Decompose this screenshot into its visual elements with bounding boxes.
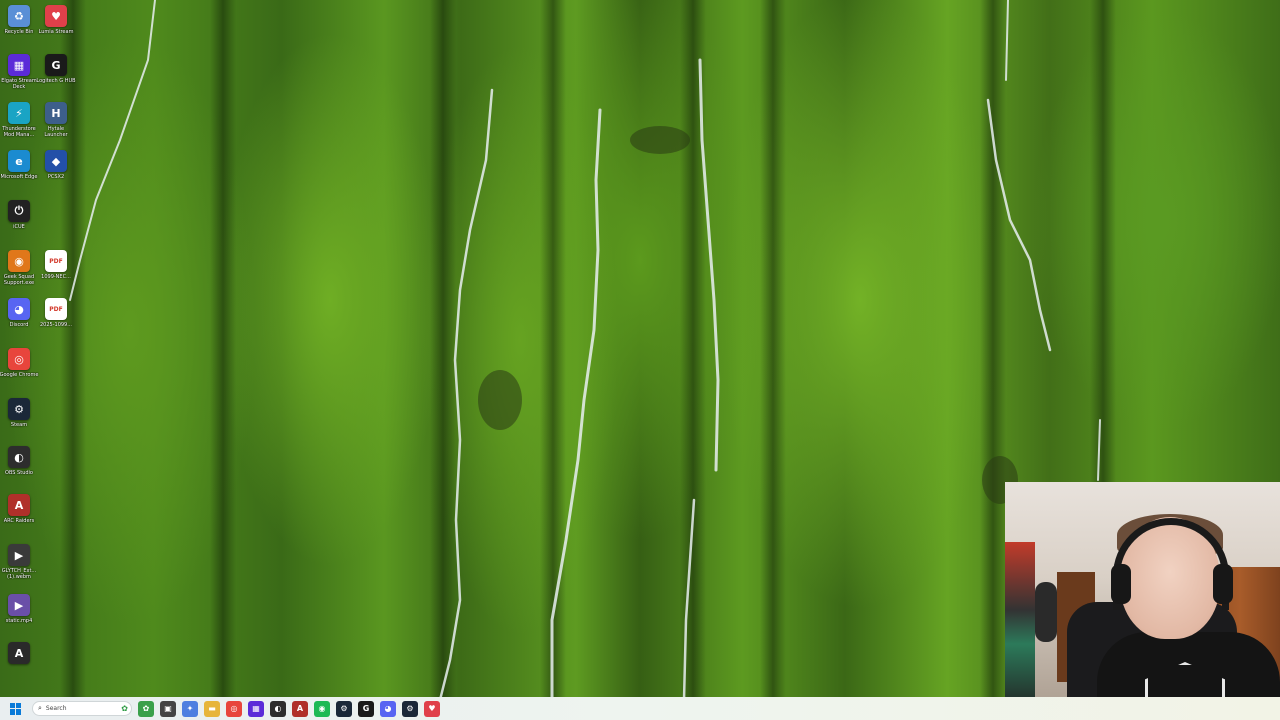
desktop-icon-app-a[interactable]: A: [0, 642, 38, 688]
pdf-icon: PDF: [45, 298, 67, 320]
webcam-overlay: [1005, 482, 1280, 720]
desktop-icon-label: iCUE: [13, 224, 25, 230]
desktop-icon-label: static.mp4: [5, 618, 33, 624]
desktop-icon-geek-squad[interactable]: ◉ Geek Squad Support.exe: [0, 250, 38, 296]
desktop-icon-label: Microsoft Edge: [0, 174, 38, 180]
logitech-g-icon[interactable]: G: [358, 700, 374, 717]
lumia-stream-icon[interactable]: ♥: [424, 700, 440, 717]
video-file-icon: ▶: [8, 544, 30, 566]
steam-icon[interactable]: ⚙: [336, 700, 352, 717]
desktop-icon-label: ARC Raiders: [3, 518, 35, 524]
file-explorer-icon[interactable]: ▬: [204, 700, 220, 717]
stream-deck-icon[interactable]: ▦: [248, 700, 264, 717]
chrome-icon: ◎: [8, 348, 30, 370]
desktop-icon-discord[interactable]: ◕ Discord: [0, 298, 38, 344]
desktop-icon-pdf-1[interactable]: PDF 1099-NEC...: [37, 250, 75, 296]
obs-icon[interactable]: ◐: [270, 700, 286, 717]
plush-toy: [1005, 542, 1035, 712]
desktop-icon-microsoft-edge[interactable]: e Microsoft Edge: [0, 150, 38, 196]
search-placeholder: Search: [45, 705, 67, 712]
desktop-icon-pdf-2[interactable]: PDF 2025-1099...: [37, 298, 75, 344]
desktop-icon-label: Geek Squad Support.exe: [3, 274, 35, 286]
desktop-icon-obs-studio[interactable]: ◐ OBS Studio: [0, 446, 38, 492]
desktop-icons-area: ♻ Recycle Bin ♥ Lumia Stream ▦ Elgato Stream …: [0, 0, 80, 690]
taskbar-pinned-apps: ✿ ▣ ✦ ▬ ◎ ▦ ◐ A ◉ ⚙ G ◕ ⚙ ♥: [132, 700, 440, 717]
desktop-icon-arc-raiders[interactable]: A ARC Raiders: [0, 494, 38, 540]
desktop-icon-label: GLYTCH_Ext... (1).webm: [1, 568, 37, 580]
desktop-icon-pcsx2[interactable]: ◆ PCSX2: [37, 150, 75, 196]
font-app-icon: A: [8, 642, 30, 664]
arc-raiders-icon: A: [8, 494, 30, 516]
desktop-icon-logitech-g-hub[interactable]: G Logitech G HUB: [36, 54, 76, 100]
desktop-icon-steam[interactable]: ⚙ Steam: [0, 398, 38, 444]
desktop-icon-label: Lumia Stream: [38, 29, 74, 35]
video-file-icon: ▶: [8, 594, 30, 616]
desktop-icon-label: Hytale Launcher: [44, 126, 68, 138]
desktop-icon-label: PCSX2: [47, 174, 65, 180]
desktop-icon-label: Google Chrome: [0, 372, 39, 378]
desktop-icon-label: Thunderstore Mod Mana...: [2, 126, 36, 138]
desktop-icon-elgato-stream-deck[interactable]: ▦ Elgato Stream Deck: [0, 54, 38, 100]
search-icon: ⌕: [38, 704, 42, 712]
desktop-icon-label: Recycle Bin: [4, 29, 34, 35]
steam-icon: ⚙: [8, 398, 30, 420]
thunderstore-icon: ⚡: [8, 102, 30, 124]
desktop-icon-google-chrome[interactable]: ◎ Google Chrome: [0, 348, 38, 394]
desktop-icon-label: 1099-NEC...: [41, 274, 71, 280]
discord-icon: ◕: [8, 298, 30, 320]
spotify-icon[interactable]: ◉: [314, 700, 330, 717]
lumia-stream-icon: ♥: [45, 5, 67, 27]
desktop-icon-glytch-file[interactable]: ▶ GLYTCH_Ext... (1).webm: [0, 544, 38, 590]
pcsx2-icon: ◆: [45, 150, 67, 172]
arc-raiders-icon[interactable]: A: [292, 700, 308, 717]
microphone: [1035, 582, 1057, 642]
geek-squad-icon: ◉: [8, 250, 30, 272]
desktop-icon-recycle-bin[interactable]: ♻ Recycle Bin: [0, 5, 38, 51]
search-box[interactable]: ⌕ Search ✿: [32, 701, 132, 716]
search-highlight-icon: ✿: [121, 704, 128, 713]
headphone-left-cup: [1111, 564, 1131, 604]
pdf-icon: PDF: [45, 250, 67, 272]
hytale-icon: H: [45, 102, 67, 124]
edge-icon: e: [8, 150, 30, 172]
obs-icon: ◐: [8, 446, 30, 468]
copilot-icon[interactable]: ✦: [182, 700, 198, 717]
desktop-icon-thunderstore-mod-manager[interactable]: ⚡ Thunderstore Mod Mana...: [0, 102, 38, 148]
chrome-icon[interactable]: ◎: [226, 700, 242, 717]
logitech-g-icon: G: [45, 54, 67, 76]
stream-deck-icon: ▦: [8, 54, 30, 76]
task-view-icon[interactable]: ▣: [160, 700, 176, 717]
recycle-bin-icon: ♻: [8, 5, 30, 27]
desktop-icon-label: OBS Studio: [5, 470, 33, 476]
icue-icon: ⏻: [8, 200, 30, 222]
steam-icon[interactable]: ⚙: [402, 700, 418, 717]
desktop-icon-label: Elgato Stream Deck: [1, 78, 37, 90]
desktop-icon-label: Discord: [9, 322, 29, 328]
desktop-icon-hytale-launcher[interactable]: H Hytale Launcher: [37, 102, 75, 148]
desktop-icon-label: Logitech G HUB: [36, 78, 76, 84]
desktop-icon-lumia-stream[interactable]: ♥ Lumia Stream: [37, 5, 75, 51]
desktop-icon-icue[interactable]: ⏻ iCUE: [0, 200, 38, 246]
desktop-icon-label: 2025-1099...: [39, 322, 73, 328]
discord-icon[interactable]: ◕: [380, 700, 396, 717]
headphone-right-cup: [1213, 564, 1233, 604]
widgets-icon[interactable]: ✿: [138, 700, 154, 717]
windows-start-icon[interactable]: [10, 702, 22, 715]
desktop-icon-static-mp4[interactable]: ▶ static.mp4: [0, 594, 38, 640]
taskbar: ⌕ Search ✿ ✿ ▣ ✦ ▬ ◎ ▦ ◐ A ◉ ⚙ G ◕ ⚙ ♥: [0, 697, 1280, 720]
desktop-icon-label: Steam: [10, 422, 28, 428]
